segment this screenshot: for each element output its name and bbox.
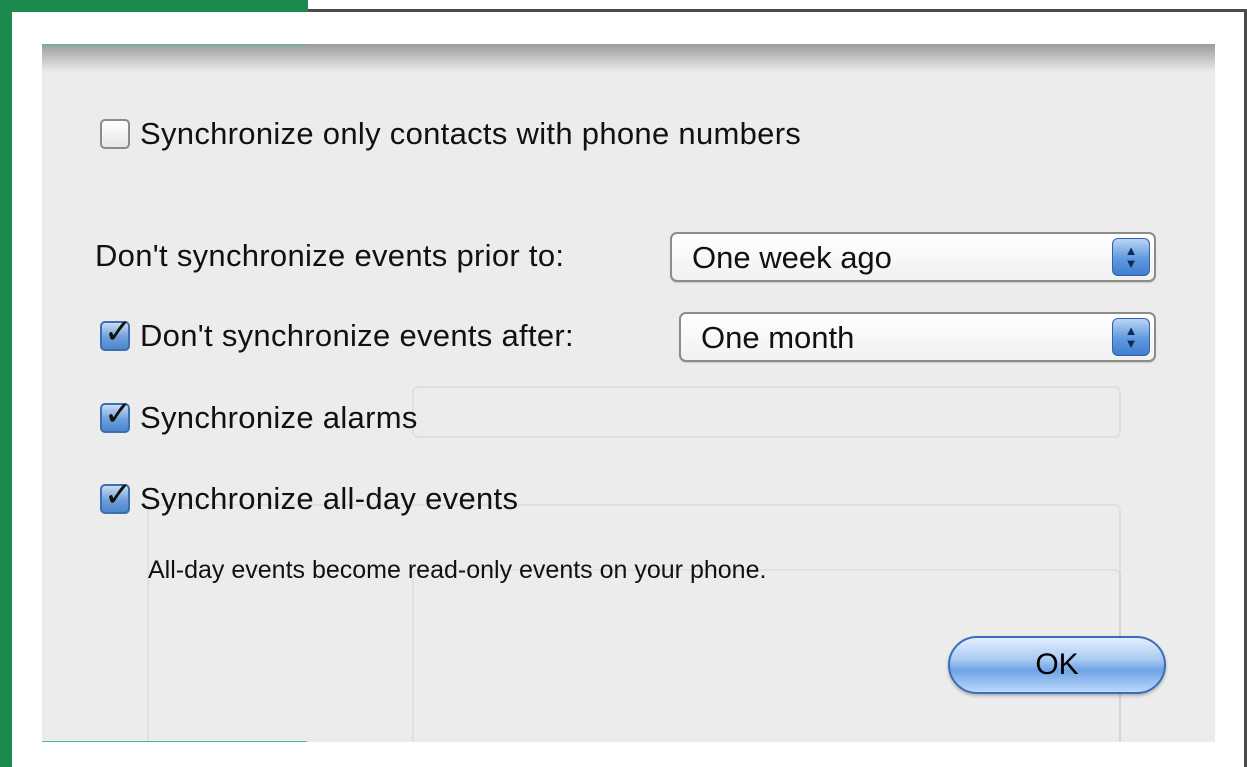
- prior-to-label: Don't synchronize events prior to:: [95, 238, 565, 273]
- window-frame-top: [0, 0, 308, 12]
- sheet-edge-top: [42, 44, 307, 45]
- window-frame-left: [0, 0, 12, 767]
- allday-checkbox-label: Synchronize all-day events: [140, 481, 519, 516]
- up-down-arrows-icon: ▲ ▼: [1112, 318, 1150, 356]
- allday-checkbox[interactable]: ✓: [100, 478, 133, 514]
- allday-note: All-day events become read-only events o…: [148, 556, 767, 584]
- checkmark-icon: ✓: [104, 395, 133, 433]
- contacts-row[interactable]: Synchronize only contacts with phone num…: [100, 116, 801, 152]
- alarms-row[interactable]: ✓ Synchronize alarms: [100, 397, 418, 436]
- sheet-shadow: [42, 44, 1215, 72]
- prior-to-popup[interactable]: One week ago ▲ ▼: [670, 232, 1156, 282]
- after-checkbox[interactable]: ✓: [100, 315, 133, 351]
- prior-to-row: Don't synchronize events prior to:: [95, 238, 564, 274]
- after-popup[interactable]: One month ▲ ▼: [679, 312, 1156, 362]
- after-value: One month: [701, 320, 855, 355]
- background-popup: [412, 386, 1121, 438]
- checkmark-icon: ✓: [104, 476, 133, 514]
- screenshot-page: Synchronize only contacts with phone num…: [0, 0, 1247, 767]
- allday-row[interactable]: ✓ Synchronize all-day events: [100, 478, 519, 517]
- ok-button[interactable]: OK: [948, 636, 1166, 694]
- after-checkbox-label: Don't synchronize events after:: [140, 318, 574, 353]
- alarms-checkbox-label: Synchronize alarms: [140, 400, 418, 435]
- contacts-checkbox-label: Synchronize only contacts with phone num…: [140, 116, 802, 151]
- prior-to-value: One week ago: [692, 240, 892, 275]
- checkmark-icon: ✓: [104, 313, 133, 351]
- after-row[interactable]: ✓ Don't synchronize events after:: [100, 315, 574, 354]
- window-frame-top-line: [308, 9, 1247, 12]
- contacts-checkbox[interactable]: [100, 119, 130, 149]
- up-down-arrows-icon: ▲ ▼: [1112, 238, 1150, 276]
- alarms-checkbox[interactable]: ✓: [100, 397, 133, 433]
